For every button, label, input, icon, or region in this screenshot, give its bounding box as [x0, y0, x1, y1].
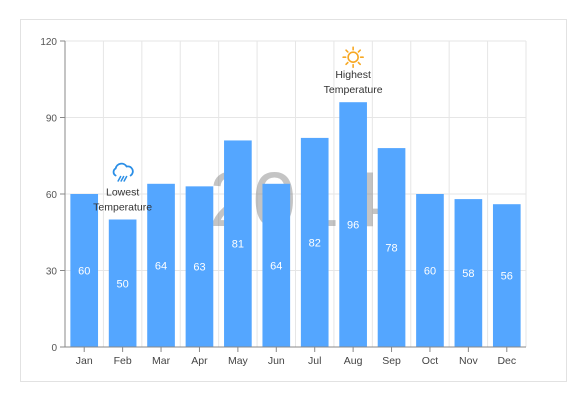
x-tick-label: May	[228, 355, 249, 367]
bar-value-label: 50	[117, 278, 129, 290]
y-tick-label: 120	[40, 37, 57, 48]
annotation-label: Lowest	[106, 187, 139, 199]
annotation-sun: Highest Temperature	[324, 46, 383, 96]
x-tick-label: Jun	[268, 355, 285, 367]
annotation-rain-cloud: Lowest Temperature	[93, 162, 152, 214]
y-tick-label: 30	[46, 267, 58, 278]
annotation-label: Temperature	[93, 202, 152, 214]
bar-value-label: 58	[462, 268, 474, 280]
x-tick-label: Sep	[382, 355, 401, 367]
bar-value-label: 96	[347, 220, 359, 232]
x-tick-label: Dec	[497, 355, 516, 367]
x-tick-label: Jul	[308, 355, 321, 367]
rain-cloud-icon	[112, 162, 134, 182]
bar-value-label: 81	[232, 239, 244, 251]
temperature-bar-chart: 2014 605064 63816482967860 58 56 0306090120…	[40, 37, 527, 367]
bar-value-label: 60	[424, 266, 436, 278]
bar-value-label: 82	[309, 237, 321, 249]
x-tick-label: Aug	[344, 355, 363, 367]
bar-value-label: 63	[193, 262, 205, 274]
bar-value-label: 78	[385, 243, 397, 255]
bar-value-label: 56	[501, 271, 513, 283]
x-tick-label: Mar	[152, 355, 171, 367]
bar-value-label: 60	[78, 266, 90, 278]
x-tick-label: Apr	[191, 355, 208, 367]
bar-value-label: 64	[270, 260, 282, 272]
x-tick-label: Oct	[422, 355, 438, 367]
x-tick-label: Jan	[76, 355, 93, 367]
sun-icon	[342, 46, 364, 69]
y-tick-label: 90	[46, 114, 58, 125]
x-tick-label: Feb	[114, 355, 132, 367]
annotation-label: Highest	[335, 69, 371, 81]
annotation-label: Temperature	[324, 84, 383, 96]
x-tick-label: Nov	[459, 355, 478, 367]
bar-value-label: 64	[155, 260, 167, 272]
y-tick-label: 60	[46, 190, 58, 201]
y-tick-label: 0	[51, 343, 57, 354]
